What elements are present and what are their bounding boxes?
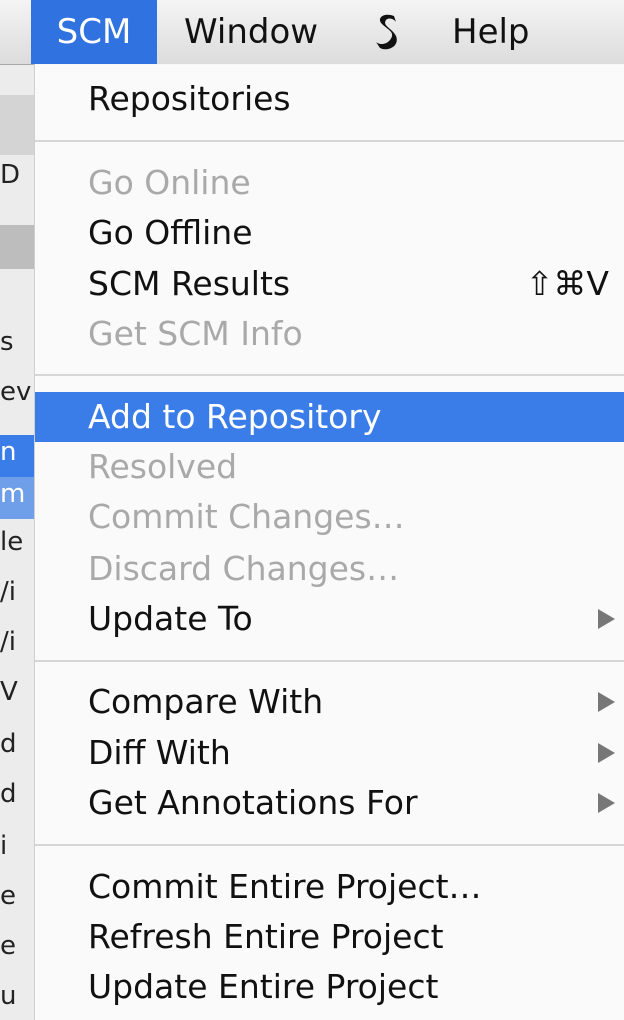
menu-item-label: Update Entire Project xyxy=(88,967,439,1006)
bg-text-fragment: i xyxy=(0,831,8,861)
menu-item-add-to-repository[interactable]: Add to Repository xyxy=(35,392,624,442)
submenu-arrow-icon xyxy=(598,609,615,629)
menu-item-label: Add to Repository xyxy=(88,397,382,436)
menu-item-scm-results[interactable]: SCM Results ⇧⌘V xyxy=(35,259,624,309)
bg-text-fragment: ev xyxy=(0,377,32,407)
bg-text-fragment: V xyxy=(0,677,18,707)
menu-item-label: Repositories xyxy=(88,79,291,118)
menu-item-label: Diff With xyxy=(88,733,231,772)
menu-separator xyxy=(35,140,624,142)
bg-text-fragment: le xyxy=(0,527,24,557)
menu-item-label: Discard Changes… xyxy=(88,549,400,588)
submenu-arrow-icon xyxy=(598,743,615,763)
menu-item-compare-with[interactable]: Compare With xyxy=(35,677,624,727)
menu-item-label: Get SCM Info xyxy=(88,314,303,353)
menu-item-label: SCM Results xyxy=(88,264,291,303)
background-window: D s ev n m le /i /i V d d i e e u xyxy=(0,65,34,1020)
bg-text-fragment: e xyxy=(0,881,16,911)
menu-item-get-scm-info: Get SCM Info xyxy=(35,309,624,359)
menubar-scm[interactable]: SCM xyxy=(31,0,157,64)
menu-item-resolved: Resolved xyxy=(35,442,624,492)
menu-separator xyxy=(35,660,624,662)
menu-item-update-entire-project[interactable]: Update Entire Project xyxy=(35,962,624,1012)
bg-text-fragment: m xyxy=(0,479,26,509)
menu-item-go-offline[interactable]: Go Offline xyxy=(35,208,624,258)
menu-item-label: Commit Changes… xyxy=(88,497,405,536)
bg-toolbar-strip xyxy=(0,95,34,155)
menu-bar: SCM Window Help xyxy=(0,0,624,65)
menu-item-diff-with[interactable]: Diff With xyxy=(35,728,624,778)
menu-separator xyxy=(35,844,624,846)
bg-text-fragment: d xyxy=(0,729,17,759)
menu-item-label: Resolved xyxy=(88,447,238,486)
menu-item-label: Go Online xyxy=(88,163,251,202)
menu-item-label: Compare With xyxy=(88,682,324,721)
bg-text-fragment: u xyxy=(0,981,17,1011)
menu-item-label: Update To xyxy=(88,599,253,638)
bg-text-fragment: /i xyxy=(0,627,16,657)
menu-separator xyxy=(35,374,624,376)
menubar-help[interactable]: Help xyxy=(452,0,530,64)
script-menu-icon[interactable] xyxy=(368,0,406,64)
bg-text-fragment: d xyxy=(0,779,17,809)
menu-item-label: Commit Entire Project… xyxy=(88,867,482,906)
menu-item-go-online: Go Online xyxy=(35,158,624,208)
menu-item-commit-changes: Commit Changes… xyxy=(35,492,624,542)
menubar-window[interactable]: Window xyxy=(184,0,318,64)
menu-item-update-to[interactable]: Update To xyxy=(35,594,624,644)
menu-item-get-annotations-for[interactable]: Get Annotations For xyxy=(35,778,624,828)
bg-text-fragment: e xyxy=(0,931,16,961)
bg-header-strip xyxy=(0,225,34,269)
menu-item-label: Get Annotations For xyxy=(88,783,418,822)
menu-item-discard-changes: Discard Changes… xyxy=(35,544,624,594)
menu-item-repositories[interactable]: Repositories xyxy=(35,74,624,124)
menu-item-label: Refresh Entire Project xyxy=(88,917,444,956)
menu-item-commit-entire-project[interactable]: Commit Entire Project… xyxy=(35,862,624,912)
bg-text-fragment: n xyxy=(0,437,17,467)
bg-text-fragment: D xyxy=(0,160,21,190)
menu-item-refresh-entire-project[interactable]: Refresh Entire Project xyxy=(35,912,624,962)
bg-text-fragment: /i xyxy=(0,577,16,607)
scm-menu: Repositories Go Online Go Offline SCM Re… xyxy=(34,64,624,1020)
submenu-arrow-icon xyxy=(598,692,615,712)
script-s-icon xyxy=(376,14,397,50)
submenu-arrow-icon xyxy=(598,793,615,813)
bg-text-fragment: s xyxy=(0,327,14,357)
menu-item-label: Go Offline xyxy=(88,213,253,252)
keyboard-shortcut: ⇧⌘V xyxy=(525,264,609,303)
